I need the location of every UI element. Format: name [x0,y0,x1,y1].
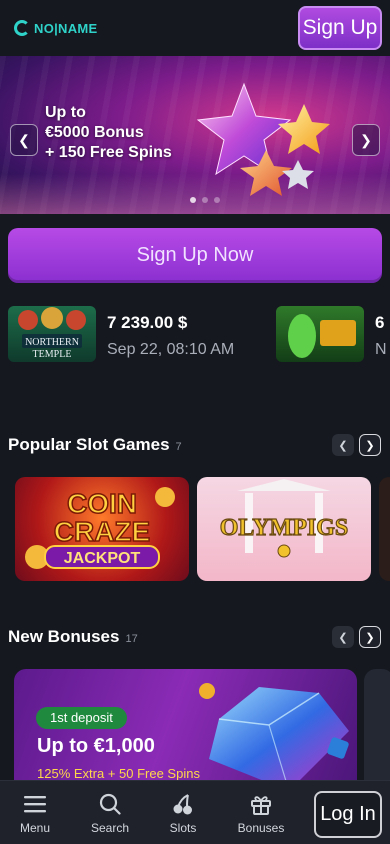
nav-search[interactable]: Search [75,791,145,835]
login-button[interactable]: Log In [314,791,382,838]
svg-text:TEMPLE: TEMPLE [33,349,72,360]
northern-temple-art: NORTHERN TEMPLE [18,307,86,360]
game-card-coin-craze[interactable]: COIN CRAZE JACKPOT [15,477,189,581]
rain-gods-art [288,314,356,358]
bonuses-count: 17 [125,633,138,645]
olympigs-art: OLYMPIGS [219,479,349,558]
banner-prev-button[interactable]: ❮ [10,124,38,156]
cherries-icon [148,791,218,817]
nav-search-label: Search [90,821,130,835]
signup-now-button[interactable]: Sign Up Now [8,228,382,283]
bonus-title: Up to €1,000 [37,735,155,757]
banner-next-button[interactable]: ❯ [352,124,380,156]
bonus-card-peek[interactable] [364,669,390,797]
bonus-deposit-tag: 1st deposit [36,707,127,729]
chevron-left-icon: ❮ [18,131,30,148]
popular-next-button[interactable]: ❯ [359,434,381,456]
logo-text: NO|NAME [34,20,98,36]
popular-title-text: Popular Slot Games [8,435,170,454]
bonus-subtitle: 125% Extra + 50 Free Spins [37,766,200,781]
svg-text:COIN: COIN [67,488,137,519]
game-card-olympigs[interactable]: OLYMPIGS [197,477,371,581]
nav-slots-label: Slots [169,821,197,835]
banner-line-3: + 150 Free Spins [45,144,172,161]
pagination-dot[interactable] [190,197,196,203]
nav-menu[interactable]: Menu [0,791,70,835]
nav-slots[interactable]: Slots [148,791,218,835]
chevron-right-icon: ❯ [360,131,372,148]
brand-logo[interactable]: NO|NAME [14,20,98,36]
pagination-dot[interactable] [214,197,220,203]
svg-text:JACKPOT: JACKPOT [64,550,141,567]
gift-icon [226,791,296,817]
signup-button[interactable]: Sign Up [298,6,382,50]
bonus-card[interactable]: 1st deposit Up to €1,000 125% Extra + 50… [14,669,357,797]
banner-line-1: Up to [45,104,86,121]
logo-icon [14,20,30,36]
svg-text:NORTHERN: NORTHERN [25,337,79,348]
bonuses-section-title: New Bonuses 17 [8,627,138,647]
northern-temple-thumbnail[interactable]: NORTHERN TEMPLE [8,306,96,362]
pagination-dot[interactable] [202,197,208,203]
bonuses-next-button[interactable]: ❯ [359,626,381,648]
popular-count: 7 [175,441,182,453]
nav-menu-label: Menu [19,821,51,835]
top-header: NO|NAME Sign Up [0,0,390,56]
recent-wins-ticker: NORTHERN TEMPLE 7 239.00 $ Sep 22, 08:10… [0,301,390,367]
chevron-left-icon: ❮ [338,439,348,452]
popular-prev-button[interactable]: ❮ [332,434,354,456]
bottom-navigation: Menu Search Slots Bonuses Log In [0,780,390,844]
chevron-left-icon: ❮ [338,631,348,644]
rain-gods-thumbnail[interactable] [276,306,364,362]
stars-illustration [196,82,330,196]
win-date-next: N [375,341,387,358]
coin-craze-art: COIN CRAZE JACKPOT [25,487,175,569]
win-amount-next: 6 [375,313,385,332]
bonuses-title-text: New Bonuses [8,627,120,646]
popular-section-title: Popular Slot Games 7 [8,435,182,455]
win-amount: 7 239.00 $ [107,313,188,332]
promo-banner[interactable]: Up to €5000 Bonus + 150 Free Spins ❮ ❯ [0,56,390,214]
hamburger-menu-icon [0,791,70,817]
svg-text:CRAZE: CRAZE [54,516,150,547]
bonuses-prev-button[interactable]: ❮ [332,626,354,648]
nav-bonuses[interactable]: Bonuses [226,791,296,835]
banner-pagination [190,197,220,203]
win-date: Sep 22, 08:10 AM [107,341,235,358]
game-card-peek[interactable] [379,477,390,581]
svg-text:OLYMPIGS: OLYMPIGS [220,515,348,541]
nav-bonuses-label: Bonuses [237,821,285,835]
banner-line-2: €5000 Bonus [45,124,144,141]
chevron-right-icon: ❯ [365,631,375,644]
chevron-right-icon: ❯ [365,439,375,452]
banner-headline: Up to €5000 Bonus + 150 Free Spins [45,103,172,163]
search-icon [75,791,145,817]
